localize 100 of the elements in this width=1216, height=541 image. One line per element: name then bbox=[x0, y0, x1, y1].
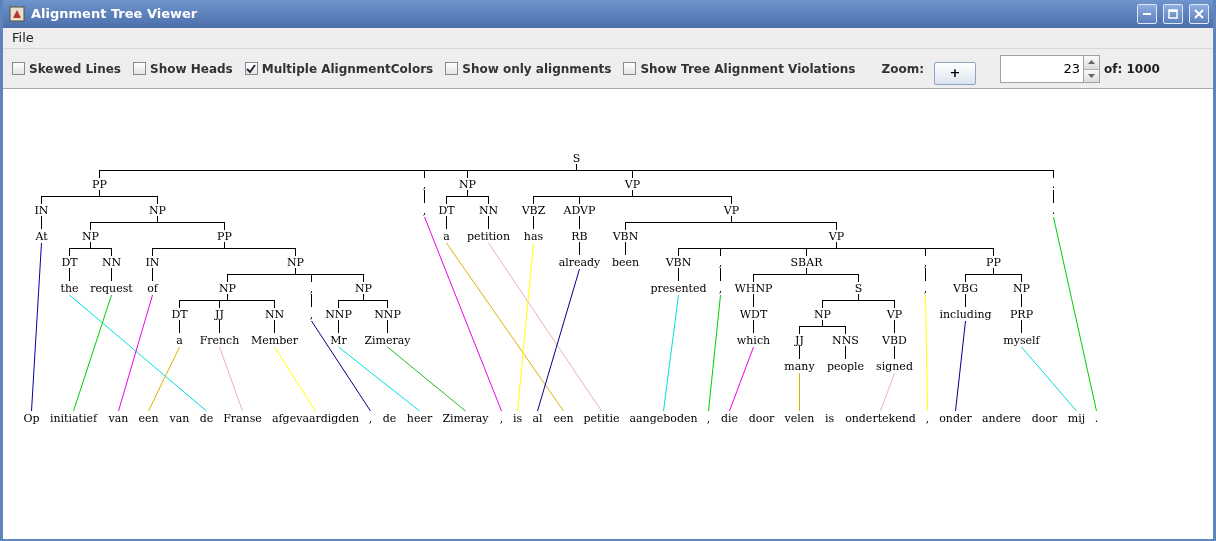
checkbox-label[interactable]: Show Tree Alignment Violations bbox=[640, 59, 856, 78]
target-word: heer bbox=[406, 411, 433, 425]
tree-node-label: NN bbox=[478, 203, 499, 217]
target-word: , bbox=[925, 411, 930, 425]
target-word: is bbox=[824, 411, 835, 425]
tree-branch bbox=[965, 268, 1022, 282]
tree-node-label: PP bbox=[986, 255, 1001, 269]
tree-node-label: . bbox=[1051, 177, 1056, 191]
target-word: afgevaardigden bbox=[272, 411, 359, 425]
source-word: Zimeray bbox=[364, 333, 411, 347]
checkbox-label[interactable]: Multiple AlignmentColors bbox=[261, 59, 434, 78]
checkbox-label[interactable]: Show only alignments bbox=[462, 59, 612, 78]
source-word: a bbox=[443, 229, 450, 243]
target-word: andere bbox=[982, 411, 1021, 425]
source-word: myself bbox=[1003, 333, 1040, 347]
checkbox[interactable] bbox=[12, 62, 25, 75]
tree-node-label: DT bbox=[61, 255, 78, 269]
tree-node-label: VBZ bbox=[521, 203, 546, 217]
tree-node-label: , bbox=[923, 255, 928, 269]
tree-node-label: NP bbox=[219, 281, 236, 295]
target-word: , bbox=[368, 411, 373, 425]
target-word: initiatief bbox=[49, 411, 98, 425]
tree-node-label: VP bbox=[624, 177, 641, 191]
tree-node-label: JJ bbox=[795, 333, 804, 347]
close-icon bbox=[1194, 9, 1204, 19]
source-word: . bbox=[1051, 203, 1056, 217]
tree-node-label: RB bbox=[571, 229, 588, 243]
tree-node-label: VBD bbox=[882, 333, 907, 347]
source-word: , bbox=[422, 203, 427, 217]
source-word: has bbox=[523, 229, 544, 243]
tree-node-label: IN bbox=[34, 203, 49, 217]
tree-node-label: IN bbox=[145, 255, 160, 269]
source-word: signed bbox=[876, 359, 913, 373]
target-word: onder bbox=[939, 411, 972, 425]
menu-item[interactable]: File bbox=[10, 28, 36, 48]
window-title: Alignment Tree Viewer bbox=[31, 5, 198, 24]
source-word: At bbox=[35, 229, 48, 243]
checkbox[interactable] bbox=[133, 62, 146, 75]
source-word: Mr bbox=[330, 333, 347, 347]
tree-node-label: NN bbox=[264, 307, 285, 321]
target-word: , bbox=[706, 411, 711, 425]
tree-node-label: VBG bbox=[953, 281, 978, 295]
tree-branch bbox=[338, 294, 388, 308]
source-word: of bbox=[147, 281, 158, 295]
tree-node-label: NP bbox=[459, 177, 476, 191]
target-word: velen bbox=[784, 411, 815, 425]
tree-node-label: NN bbox=[101, 255, 122, 269]
tree-node-label: VP bbox=[828, 229, 845, 243]
tree-node-label: VP bbox=[723, 203, 740, 217]
minimize-button[interactable] bbox=[1137, 4, 1157, 24]
tree-node-label: VBN bbox=[612, 229, 639, 243]
tree-node-label: , bbox=[718, 255, 723, 269]
target-word: een bbox=[553, 411, 574, 425]
tree-node-label: S bbox=[572, 151, 581, 165]
target-word: de bbox=[199, 411, 214, 425]
checkbox[interactable] bbox=[445, 62, 459, 75]
app-icon bbox=[9, 6, 25, 22]
source-word: many bbox=[784, 359, 815, 373]
source-word: which bbox=[736, 333, 771, 347]
sentence-number-field[interactable]: 23 bbox=[1000, 54, 1084, 83]
target-word: die bbox=[720, 411, 739, 425]
tree-node-label: VBN bbox=[665, 255, 692, 269]
tree-node-label: S bbox=[854, 281, 863, 295]
target-word: door bbox=[748, 411, 775, 425]
source-word: including bbox=[939, 307, 992, 321]
source-word: been bbox=[611, 255, 640, 269]
maximize-icon bbox=[1168, 9, 1178, 19]
down-arrow-icon bbox=[1088, 73, 1095, 78]
checkbox-label[interactable]: Skewed Lines bbox=[29, 59, 121, 78]
maximize-button[interactable] bbox=[1163, 4, 1183, 24]
source-word: a bbox=[176, 333, 183, 347]
zoom-in-button[interactable]: + bbox=[934, 61, 976, 85]
tree-branch bbox=[799, 320, 846, 334]
tree-branch bbox=[69, 242, 112, 256]
tree-node-label: NNP bbox=[374, 307, 401, 321]
target-word: een bbox=[138, 411, 159, 425]
minimize-icon bbox=[1143, 13, 1151, 15]
tree-node-label: NNS bbox=[832, 333, 859, 347]
target-word: mij bbox=[1067, 411, 1086, 425]
checkbox-label[interactable]: Show Heads bbox=[150, 59, 233, 78]
tree-node-label: NP bbox=[1013, 281, 1030, 295]
checkbox[interactable] bbox=[244, 62, 258, 75]
target-word: van bbox=[108, 411, 129, 425]
target-word: Op bbox=[23, 411, 40, 425]
tree-node-label: PRP bbox=[1009, 307, 1034, 321]
sentence-total: of: 1000 bbox=[1104, 60, 1160, 78]
source-word: already bbox=[558, 255, 601, 269]
up-arrow-icon bbox=[1088, 60, 1095, 64]
source-word: , bbox=[923, 281, 928, 295]
checkbox[interactable] bbox=[623, 62, 637, 75]
target-word: . bbox=[1094, 411, 1099, 425]
tree-node-label: NP bbox=[355, 281, 372, 295]
target-word: , bbox=[499, 411, 504, 425]
tree-node-label: ADVP bbox=[563, 203, 596, 217]
target-word: ondertekend bbox=[845, 411, 916, 425]
source-word: Member bbox=[251, 333, 298, 347]
close-button[interactable] bbox=[1189, 4, 1209, 24]
source-word: French bbox=[199, 333, 240, 347]
tree-node-label: NP bbox=[814, 307, 831, 321]
source-word: petition bbox=[466, 229, 511, 243]
